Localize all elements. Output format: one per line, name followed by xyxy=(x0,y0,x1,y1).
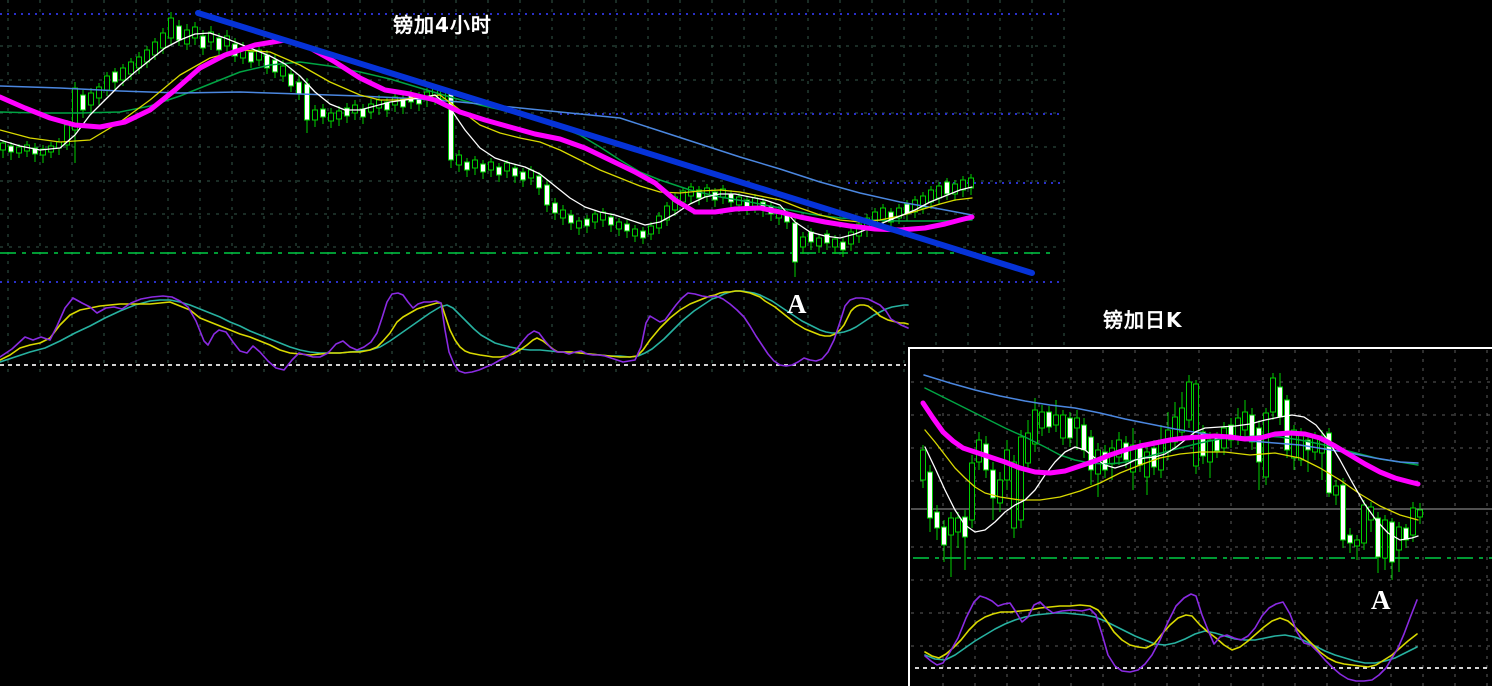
main-annotation-a: A xyxy=(787,289,807,319)
main-4h-chart-candles xyxy=(0,12,974,277)
inset-chart-title: 镑加日K xyxy=(1103,308,1183,332)
inset-daily-chart xyxy=(908,347,1492,686)
charts-canvas[interactable] xyxy=(0,0,1492,686)
ma-green xyxy=(0,61,973,222)
ma-magenta-thick xyxy=(0,37,975,233)
main-4h-chart-grid xyxy=(0,0,1065,377)
main-4h-chart xyxy=(0,0,1065,377)
main-4h-chart-levels xyxy=(0,13,1060,366)
main-chart-title: 镑加4小时 xyxy=(393,13,492,37)
trendline-blue xyxy=(195,10,1035,276)
trading-workspace: 镑加4小时 镑加日K A A xyxy=(0,0,1492,686)
ma-yellow xyxy=(0,49,973,223)
inset-annotation-a: A xyxy=(1371,585,1391,615)
